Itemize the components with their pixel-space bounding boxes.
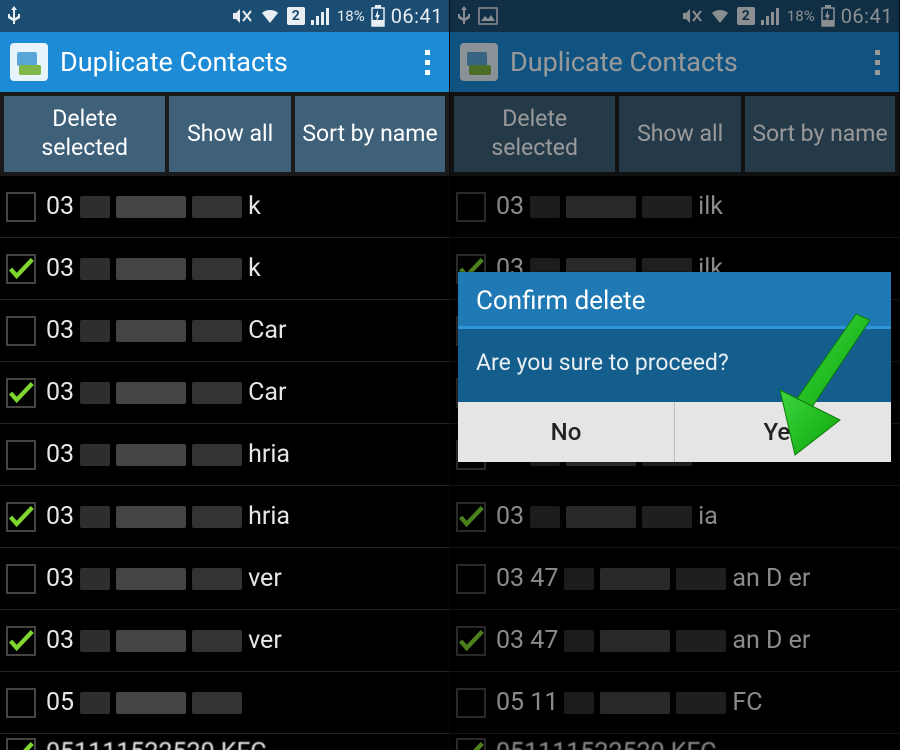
delete-selected-button[interactable]: Delete selected	[454, 96, 615, 172]
app-title: Duplicate Contacts	[510, 46, 853, 78]
list-item[interactable]: 03 47an D er	[450, 610, 899, 672]
contact-label: 03ia	[496, 502, 718, 531]
dialog-body: Are you sure to proceed?	[458, 329, 891, 402]
list-item[interactable]: 03ver	[0, 610, 449, 672]
checkbox[interactable]	[6, 626, 36, 656]
checkbox[interactable]	[6, 254, 36, 284]
list-item[interactable]: 03k	[0, 176, 449, 238]
app-icon	[10, 43, 48, 81]
show-all-button[interactable]: Show all	[169, 96, 291, 172]
contact-label: 03k	[46, 254, 261, 283]
battery-charging-icon	[821, 5, 835, 27]
checkbox[interactable]	[6, 738, 36, 750]
list-item[interactable]: 051111522520 KFC	[450, 734, 899, 750]
checkbox[interactable]	[6, 564, 36, 594]
signal-icon	[311, 7, 331, 25]
list-item[interactable]: 03hria	[0, 424, 449, 486]
checkbox[interactable]	[6, 316, 36, 346]
checkbox[interactable]	[456, 502, 486, 532]
overflow-menu-icon[interactable]	[865, 50, 889, 75]
contact-label: 03ilk	[496, 192, 723, 221]
contact-label: 03Car	[46, 378, 286, 407]
checkbox[interactable]	[6, 192, 36, 222]
checkbox[interactable]	[456, 738, 486, 750]
list-item[interactable]: 03hria	[0, 486, 449, 548]
phone-screen-left: 2 18% 06:41 Duplicate Contacts Delete se…	[0, 0, 450, 750]
list-item[interactable]: 03Car	[0, 300, 449, 362]
mute-icon	[231, 7, 253, 25]
status-time: 06:41	[391, 4, 443, 28]
mute-icon	[681, 7, 703, 25]
list-item[interactable]: 03 47an D er	[450, 548, 899, 610]
checkbox[interactable]	[6, 440, 36, 470]
list-item[interactable]: 03ver	[0, 548, 449, 610]
battery-percent: 18%	[337, 7, 365, 25]
sort-by-name-button[interactable]: Sort by name	[295, 96, 445, 172]
wifi-icon	[709, 7, 731, 25]
dialog-no-button[interactable]: No	[458, 402, 675, 462]
status-bar: 2 18% 06:41	[450, 0, 899, 32]
sim-icon: 2	[287, 7, 305, 25]
contact-list[interactable]: 03k 03k 03Car 03Car 03hria 03hria 03ver 03ver 05…	[0, 176, 449, 750]
contact-label: 051111522520 KFC	[496, 738, 717, 750]
checkbox[interactable]	[456, 564, 486, 594]
contact-label: 03Car	[46, 316, 286, 345]
checkbox[interactable]	[456, 688, 486, 718]
list-item[interactable]: 05 11FC	[450, 672, 899, 734]
list-item[interactable]: 051111522520 KFC	[0, 734, 449, 750]
sim-icon: 2	[737, 7, 755, 25]
contact-label: 051111522520 KFC	[46, 738, 267, 750]
action-bar: Duplicate Contacts	[450, 32, 899, 92]
list-item[interactable]: 03k	[0, 238, 449, 300]
toolbar: Delete selected Show all Sort by name	[0, 92, 449, 176]
checkbox[interactable]	[456, 192, 486, 222]
signal-icon	[761, 7, 781, 25]
confirm-delete-dialog: Confirm delete Are you sure to proceed? …	[458, 272, 891, 462]
list-item[interactable]: 05	[0, 672, 449, 734]
contact-label: 03ver	[46, 564, 282, 593]
contact-label: 03 47an D er	[496, 564, 810, 593]
wifi-icon	[259, 7, 281, 25]
show-all-button[interactable]: Show all	[619, 96, 741, 172]
toolbar: Delete selected Show all Sort by name	[450, 92, 899, 176]
contact-label: 03k	[46, 192, 261, 221]
delete-selected-button[interactable]: Delete selected	[4, 96, 165, 172]
battery-percent: 18%	[787, 7, 815, 25]
checkbox[interactable]	[6, 688, 36, 718]
action-bar: Duplicate Contacts	[0, 32, 449, 92]
checkbox[interactable]	[6, 378, 36, 408]
dialog-title: Confirm delete	[458, 272, 891, 329]
contact-label: 05	[46, 688, 242, 717]
battery-charging-icon	[371, 5, 385, 27]
picture-icon	[478, 7, 498, 25]
usb-icon	[6, 6, 22, 26]
checkbox[interactable]	[6, 502, 36, 532]
overflow-menu-icon[interactable]	[415, 50, 439, 75]
phone-screen-right: 2 18% 06:41 Duplicate Contacts Delete se…	[450, 0, 900, 750]
contact-label: 05 11FC	[496, 688, 763, 717]
usb-icon	[456, 6, 472, 26]
dialog-yes-button[interactable]: Yes	[675, 402, 891, 462]
contact-label: 03 47an D er	[496, 626, 810, 655]
list-item[interactable]: 03ia	[450, 486, 899, 548]
contact-list[interactable]: 03ilk03ilk03Car03Car03ia03ia03 47an D er…	[450, 176, 899, 750]
contact-label: 03ver	[46, 626, 282, 655]
status-bar: 2 18% 06:41	[0, 0, 449, 32]
app-icon	[460, 43, 498, 81]
checkbox[interactable]	[456, 626, 486, 656]
contact-label: 03hria	[46, 502, 290, 531]
list-item[interactable]: 03Car	[0, 362, 449, 424]
contact-label: 03hria	[46, 440, 290, 469]
status-time: 06:41	[841, 4, 893, 28]
sort-by-name-button[interactable]: Sort by name	[745, 96, 895, 172]
app-title: Duplicate Contacts	[60, 46, 403, 78]
list-item[interactable]: 03ilk	[450, 176, 899, 238]
